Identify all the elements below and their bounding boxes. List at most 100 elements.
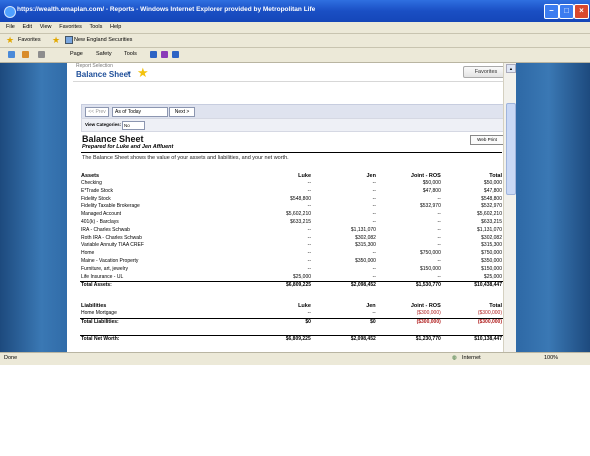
cell-value: $633,215 bbox=[481, 218, 502, 225]
cell-value: -- bbox=[437, 211, 441, 218]
row-label: Total Assets: bbox=[80, 281, 230, 291]
row-label: Home Mortgage bbox=[81, 310, 117, 316]
scroll-thumb[interactable] bbox=[506, 103, 516, 195]
cell-value: -- bbox=[307, 242, 312, 249]
cell-value: $532,970 bbox=[481, 203, 502, 210]
divider bbox=[73, 81, 510, 82]
close-button[interactable]: × bbox=[574, 4, 589, 19]
table-row: Roth IRA - Charles Schwab -- $302,082 -- $30… bbox=[80, 235, 503, 243]
cell-value: -- bbox=[372, 180, 376, 186]
zoom-level[interactable]: 100% bbox=[544, 355, 558, 361]
cell-value: -- bbox=[307, 257, 312, 264]
maximize-button[interactable]: □ bbox=[559, 4, 574, 19]
cell-value: $25,000 bbox=[292, 273, 312, 280]
cell-value: Jen bbox=[366, 302, 376, 309]
row-label: Maine - Vacation Property bbox=[81, 257, 139, 264]
cell-value: $47,800 bbox=[483, 187, 502, 194]
table-row: Furniture, art, jewelry -- -- $150,000 $150,… bbox=[80, 266, 503, 274]
browser-window: https://wealth.emaplan.com/ - Reports - … bbox=[0, 0, 590, 365]
window-title: https://wealth.emaplan.com/ - Reports - … bbox=[17, 6, 316, 13]
title-bar: https://wealth.emaplan.com/ - Reports - … bbox=[0, 0, 590, 22]
cell-value: $750,000 bbox=[420, 250, 441, 257]
addon-icon[interactable] bbox=[161, 51, 168, 58]
tools-menu[interactable]: Tools bbox=[124, 51, 137, 57]
report-selector[interactable]: Balance Sheet bbox=[76, 70, 131, 79]
cell-value: $750,000 bbox=[481, 250, 502, 257]
next-button[interactable]: Next > bbox=[169, 107, 195, 117]
row-label: Fidelity Stock bbox=[81, 195, 111, 202]
cell-value: -- bbox=[437, 242, 441, 249]
table-row: Fidelity Taxable Brokerage -- -- $532,970 $5… bbox=[80, 203, 503, 211]
globe-icon: ◍ bbox=[452, 355, 457, 361]
cell-value: Joint - ROS bbox=[410, 302, 441, 309]
safety-menu[interactable]: Safety bbox=[96, 51, 112, 57]
cell-value: $5,602,210 bbox=[285, 211, 312, 218]
liabilities-table: Liabilities Luke Jen Joint - ROS Total Home M… bbox=[80, 301, 503, 327]
cell-value: $50,000 bbox=[483, 180, 502, 186]
menu-favorites[interactable]: Favorites bbox=[59, 22, 82, 33]
row-label: Fidelity Taxable Brokerage bbox=[81, 203, 140, 210]
print-icon[interactable] bbox=[38, 51, 45, 58]
cell-value: -- bbox=[307, 226, 312, 233]
menu-view[interactable]: View bbox=[40, 22, 52, 33]
table-row: Maine - Vacation Property -- $350,000 -- $35… bbox=[80, 258, 503, 266]
cell-value: -- bbox=[372, 187, 376, 194]
cell-value: -- bbox=[437, 257, 441, 264]
scroll-up-arrow-icon[interactable]: ▲ bbox=[506, 64, 516, 73]
total-row: Total Net Worth: $6,809,225 $2,098,452 $1,2… bbox=[80, 334, 503, 344]
cell-value: $6,809,225 bbox=[229, 334, 312, 344]
table-row: 401(k) - Barclays $633,215 -- -- $633,215 bbox=[80, 219, 503, 227]
cell-value: -- bbox=[437, 218, 441, 225]
favorites-bar: ★ Favorites ★ New England Securities bbox=[0, 34, 590, 48]
cell-value: -- bbox=[372, 265, 376, 272]
cell-value: $315,300 bbox=[481, 242, 502, 249]
net-worth-table: Total Net Worth: $6,809,225 $2,098,452 $1,2… bbox=[80, 334, 503, 344]
menu-file[interactable]: File bbox=[6, 22, 15, 33]
zone-text: Internet bbox=[462, 355, 481, 361]
cell-value: $1,131,070 bbox=[476, 226, 502, 233]
view-categories-label: View Categories: bbox=[85, 122, 122, 127]
fav-link-new-england[interactable]: New England Securities bbox=[74, 37, 132, 43]
row-label: Checking bbox=[81, 180, 102, 186]
scrollbar[interactable]: ▲ bbox=[503, 63, 516, 352]
menu-edit[interactable]: Edit bbox=[23, 22, 32, 33]
page-menu[interactable]: Page bbox=[70, 51, 83, 57]
prev-button[interactable]: << Prev bbox=[85, 107, 109, 117]
cell-value: ($300,000) bbox=[477, 310, 502, 316]
cell-value: $1,530,770 bbox=[376, 281, 442, 291]
row-label: Furniture, art, jewelry bbox=[81, 265, 128, 272]
as-of-select[interactable]: As of Today bbox=[112, 107, 168, 117]
feeds-icon[interactable] bbox=[22, 51, 29, 58]
help-icon[interactable] bbox=[150, 51, 157, 58]
add-favorite-icon[interactable]: ★ bbox=[52, 35, 60, 46]
row-label: 401(k) - Barclays bbox=[81, 218, 119, 225]
menu-help[interactable]: Help bbox=[110, 22, 121, 33]
home-icon[interactable] bbox=[8, 51, 15, 58]
cell-value: ($300,000) bbox=[416, 310, 441, 316]
cell-value: -- bbox=[437, 226, 441, 233]
cell-value: $25,000 bbox=[483, 273, 502, 280]
menu-tools[interactable]: Tools bbox=[90, 22, 103, 33]
cell-value: $0 bbox=[311, 317, 377, 327]
cell-value: -- bbox=[372, 250, 376, 257]
cell-value: -- bbox=[372, 211, 376, 218]
favorites-star-icon[interactable]: ★ bbox=[6, 35, 14, 46]
favorites-button[interactable]: Favorites bbox=[18, 37, 41, 43]
view-categories-select[interactable]: No bbox=[122, 121, 145, 130]
minimize-button[interactable]: – bbox=[544, 4, 559, 19]
cell-value: Total bbox=[489, 172, 502, 179]
cell-value: $10,438,447 bbox=[441, 281, 503, 291]
web-print-button[interactable]: Web Print bbox=[470, 135, 504, 145]
total-row: Total Assets: $6,809,225 $2,098,452 $1,530,… bbox=[80, 281, 503, 291]
addon-icon-2[interactable] bbox=[172, 51, 179, 58]
cell-value: Joint - ROS bbox=[410, 172, 441, 179]
cell-value: $150,000 bbox=[481, 265, 502, 272]
chevron-down-icon[interactable]: ▼ bbox=[126, 71, 132, 77]
table-row: Life Insurance - UL $25,000 -- -- $25,000 bbox=[80, 274, 503, 282]
page-icon bbox=[65, 36, 73, 44]
cell-value: ($300,000) bbox=[441, 317, 503, 327]
ie-icon bbox=[4, 6, 16, 18]
report-page: Report Selection Balance Sheet ▼ ★ Favor… bbox=[67, 63, 516, 352]
favorite-star-icon[interactable]: ★ bbox=[137, 65, 149, 81]
cell-value: $6,809,225 bbox=[229, 281, 313, 291]
